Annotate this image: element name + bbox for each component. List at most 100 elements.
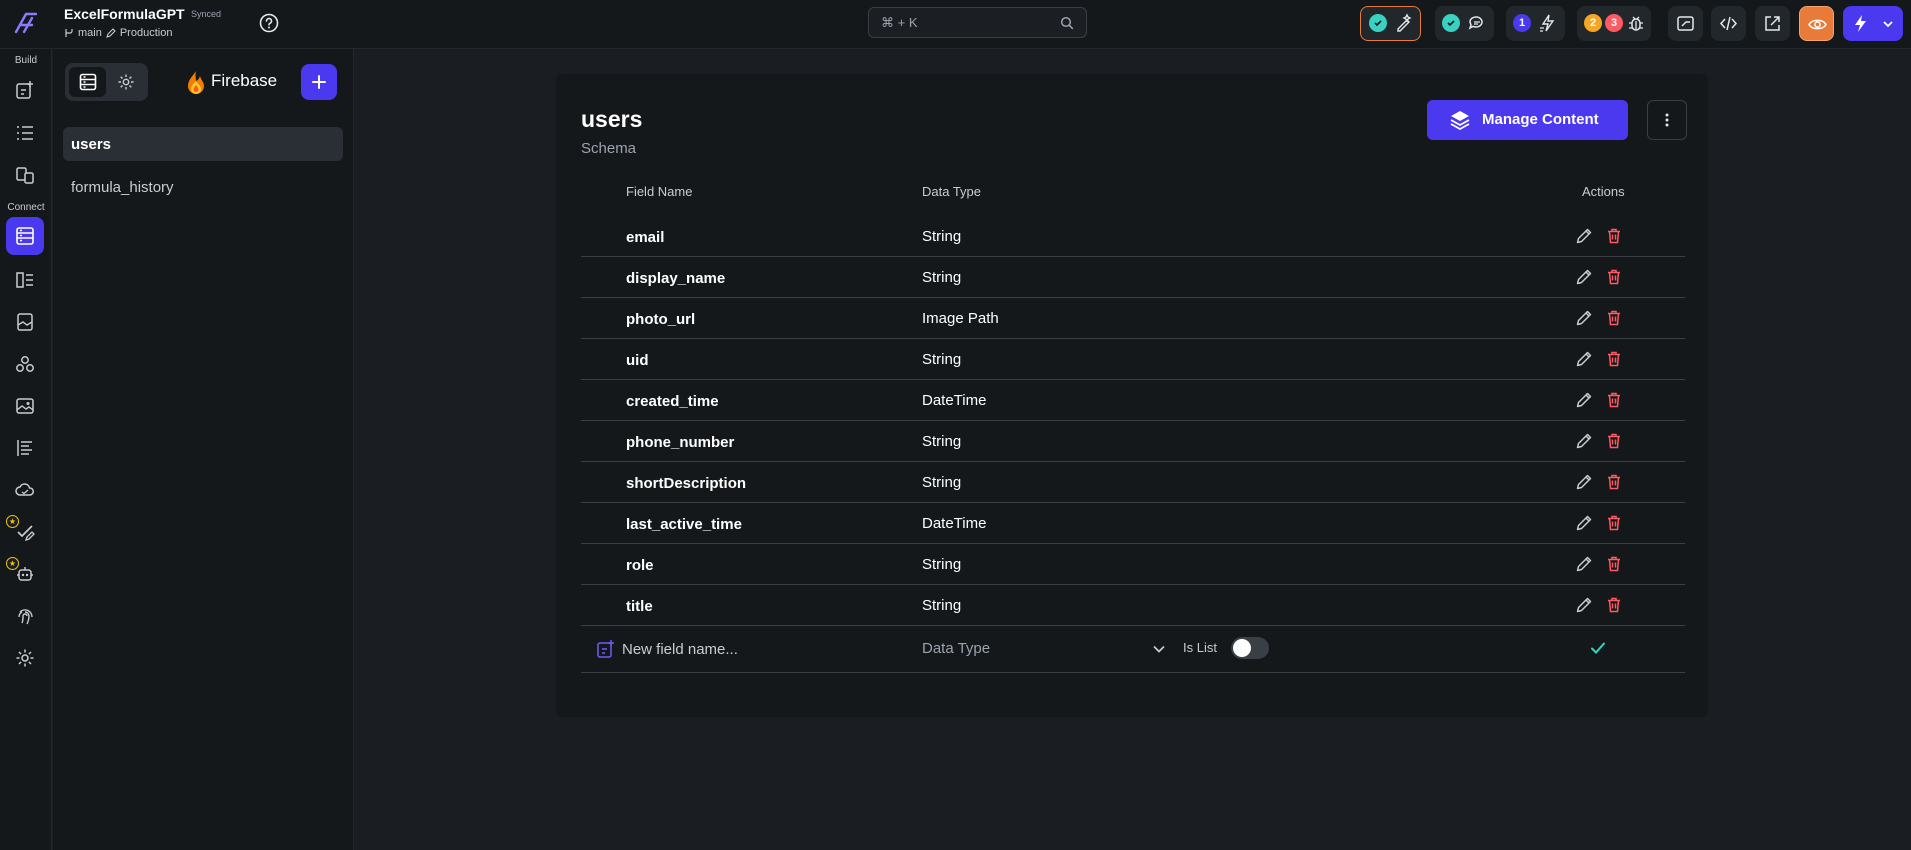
collection-item-users[interactable]: users	[63, 127, 343, 161]
delete-trash-icon[interactable]	[1605, 309, 1623, 327]
star-badge-icon: ★	[6, 515, 19, 528]
data-type-dropdown[interactable]: Data Type	[922, 635, 1167, 663]
chat-status-button[interactable]	[1435, 6, 1494, 41]
column-data-type: Data Type	[922, 184, 982, 199]
edit-pencil-icon[interactable]	[1575, 268, 1593, 286]
more-vertical-icon	[1665, 113, 1669, 127]
edit-pencil-icon[interactable]	[1575, 227, 1593, 245]
schema-icon	[16, 272, 33, 288]
delete-trash-icon[interactable]	[1605, 555, 1623, 573]
firestore-settings-tab[interactable]	[109, 67, 144, 97]
schema-field-row[interactable]: last_active_time DateTime	[581, 503, 1685, 544]
branch-info[interactable]: main Production	[64, 27, 172, 39]
rail-tests[interactable]: ★	[6, 515, 38, 545]
view-code-button[interactable]	[1711, 6, 1746, 41]
column-field-name: Field Name	[626, 184, 693, 199]
new-field-name-input[interactable]	[622, 636, 892, 662]
collections-panel: Firebase users formula_history	[53, 49, 354, 850]
lightning-icon	[1855, 15, 1866, 32]
more-options-button[interactable]	[1647, 100, 1687, 140]
add-collection-button[interactable]	[301, 64, 337, 100]
edit-pencil-icon[interactable]	[1575, 555, 1593, 573]
confirm-check-icon[interactable]	[1589, 639, 1607, 657]
sync-status: Synced	[191, 9, 222, 19]
field-data-type: DateTime	[922, 515, 987, 532]
search-box[interactable]: ⌘ + K	[868, 7, 1087, 38]
issues-status-button[interactable]: 2 3	[1577, 6, 1651, 41]
field-data-type: String	[922, 351, 962, 368]
delete-trash-icon[interactable]	[1605, 596, 1623, 614]
delete-trash-icon[interactable]	[1605, 432, 1623, 450]
schema-field-row[interactable]: phone_number String	[581, 421, 1685, 462]
help-icon[interactable]	[259, 13, 279, 33]
rail-media-assets[interactable]	[12, 393, 38, 419]
rail-app-values[interactable]	[12, 309, 38, 335]
field-data-type: String	[922, 433, 962, 450]
schema-field-row[interactable]: email String	[581, 216, 1685, 257]
actions-status-button[interactable]: 1	[1506, 6, 1565, 41]
manage-content-label: Manage Content	[1482, 111, 1599, 128]
field-data-type: DateTime	[922, 392, 987, 409]
schema-field-row[interactable]: photo_url Image Path	[581, 298, 1685, 339]
edit-pencil-icon[interactable]	[1575, 350, 1593, 368]
eye-icon	[1808, 19, 1827, 30]
toggle-knob	[1233, 639, 1251, 657]
data-type-placeholder: Data Type	[922, 640, 991, 657]
collection-item-formula-history[interactable]: formula_history	[63, 170, 343, 204]
schema-field-row[interactable]: uid String	[581, 339, 1685, 380]
schema-field-row[interactable]: shortDescription String	[581, 462, 1685, 503]
collections-tab[interactable]	[69, 67, 106, 97]
schema-field-list: email String display_name String photo_url Im…	[581, 216, 1685, 626]
is-list-toggle[interactable]	[1231, 637, 1269, 659]
delete-trash-icon[interactable]	[1605, 514, 1623, 532]
search-icon	[1060, 16, 1074, 30]
delete-trash-icon[interactable]	[1605, 350, 1623, 368]
edit-pencil-icon[interactable]	[1575, 596, 1593, 614]
rail-cloud-functions[interactable]	[12, 477, 38, 503]
rail-settings[interactable]	[12, 645, 38, 671]
add-page-icon	[16, 81, 33, 99]
chevron-down-icon	[1883, 21, 1893, 28]
schema-field-row[interactable]: role String	[581, 544, 1685, 585]
rail-authentication[interactable]	[12, 603, 38, 629]
rail-agents[interactable]: ★	[6, 557, 38, 587]
publish-status-button[interactable]	[1360, 6, 1421, 41]
field-name: role	[626, 557, 654, 574]
delete-trash-icon[interactable]	[1605, 227, 1623, 245]
rail-data-types[interactable]	[12, 267, 38, 293]
field-name: uid	[626, 352, 649, 369]
check-edit-icon	[17, 525, 35, 542]
edit-pencil-icon[interactable]	[1575, 309, 1593, 327]
rail-components[interactable]	[12, 162, 38, 188]
chat-icon	[1468, 16, 1483, 30]
table-icon	[79, 73, 97, 91]
rail-custom-code[interactable]	[12, 435, 38, 461]
app-logo-icon[interactable]	[10, 8, 42, 38]
edit-pencil-icon[interactable]	[1575, 391, 1593, 409]
preview-button[interactable]	[1799, 6, 1834, 41]
connect-section-label: Connect	[7, 202, 45, 213]
database-icon	[16, 227, 34, 245]
rail-widget-tree[interactable]	[12, 77, 38, 103]
share-flow-button[interactable]	[1668, 6, 1703, 41]
rail-api-calls[interactable]	[12, 351, 38, 377]
schema-field-row[interactable]: title String	[581, 585, 1685, 626]
edit-pencil-icon[interactable]	[1575, 514, 1593, 532]
rail-firestore[interactable]	[6, 217, 44, 255]
schema-field-row[interactable]: created_time DateTime	[581, 380, 1685, 421]
field-data-type: String	[922, 474, 962, 491]
delete-trash-icon[interactable]	[1605, 473, 1623, 491]
schema-field-row[interactable]: display_name String	[581, 257, 1685, 298]
edit-pencil-icon[interactable]	[1575, 432, 1593, 450]
edit-pencil-icon[interactable]	[1575, 473, 1593, 491]
field-data-type: String	[922, 228, 962, 245]
field-name: email	[626, 229, 665, 246]
image-icon	[16, 398, 34, 414]
open-external-button[interactable]	[1755, 6, 1790, 41]
rail-storyboard[interactable]	[12, 120, 38, 146]
delete-trash-icon[interactable]	[1605, 268, 1623, 286]
manage-content-button[interactable]: Manage Content	[1427, 100, 1628, 140]
delete-trash-icon[interactable]	[1605, 391, 1623, 409]
project-name[interactable]: ExcelFormulaGPT	[64, 6, 185, 22]
run-button[interactable]	[1843, 6, 1903, 41]
